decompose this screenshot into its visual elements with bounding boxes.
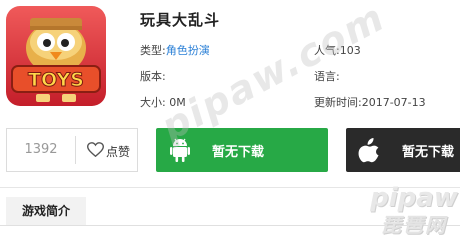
app-title: 玩具大乱斗 bbox=[140, 11, 221, 29]
heart-icon bbox=[87, 142, 104, 157]
android-download-label: 暂无下载 bbox=[212, 145, 265, 160]
like-box: 1392 点赞 bbox=[6, 128, 138, 172]
watermark-corner-en: pipaw bbox=[370, 183, 458, 213]
type-link[interactable]: 角色扮演 bbox=[166, 44, 210, 57]
ios-download-label: 暂无下载 bbox=[402, 145, 455, 160]
like-divider bbox=[75, 136, 76, 164]
app-icon: TOYS bbox=[6, 6, 106, 106]
apple-icon bbox=[358, 138, 379, 163]
updated-value: 2017-07-13 bbox=[361, 96, 426, 109]
type-label: 类型: bbox=[140, 44, 166, 57]
toys-game-icon: TOYS bbox=[6, 6, 106, 106]
like-button[interactable]: 点赞 bbox=[81, 129, 137, 171]
tab-game-intro[interactable]: 游戏简介 bbox=[6, 197, 86, 225]
updated-label: 更新时间: bbox=[314, 96, 362, 109]
icon-banner-text: TOYS bbox=[28, 69, 84, 91]
watermark-corner-cn: 琵琶网 bbox=[381, 213, 447, 237]
info-updated: 更新时间:2017-07-13 bbox=[314, 94, 426, 110]
like-count: 1392 bbox=[24, 142, 58, 157]
ios-download-button[interactable]: 暂无下载 bbox=[346, 128, 460, 172]
info-type: 类型:角色扮演 bbox=[140, 42, 210, 58]
like-label: 点赞 bbox=[106, 145, 131, 159]
info-version: 版本: bbox=[140, 68, 166, 84]
watermark-corner: pipaw 琵琶网 bbox=[370, 183, 458, 245]
version-label: 版本: bbox=[140, 70, 166, 83]
